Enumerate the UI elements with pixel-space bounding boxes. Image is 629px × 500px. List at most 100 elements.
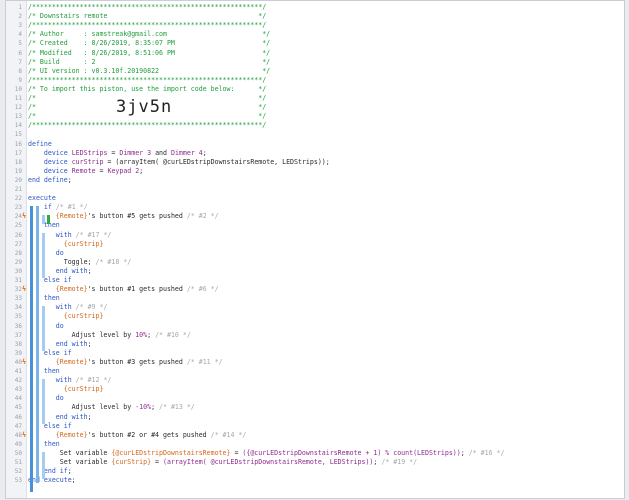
code-text[interactable]: with /* #9 */ — [28, 303, 108, 312]
code-text[interactable]: {Remote}'s button #3 gets pushed /* #11 … — [28, 358, 223, 367]
code-text[interactable]: Set variable {@curLEDstripDownstairsRemo… — [28, 448, 505, 458]
line-number: 50 — [14, 449, 22, 457]
code-text[interactable]: /* Build : 2 */ — [28, 58, 270, 67]
code-token: then — [43, 439, 60, 448]
line-number: 15 — [14, 131, 22, 139]
line-number: 7 — [18, 58, 22, 66]
line-number: 16 — [14, 140, 22, 148]
code-text[interactable]: {Remote}'s button #5 gets pushed /* #2 *… — [28, 212, 219, 221]
code-text[interactable]: {Remote}'s button #1 gets pushed /* #6 *… — [28, 285, 219, 294]
code-text[interactable]: /***************************************… — [28, 76, 266, 85]
code-text[interactable]: with /* #12 */ — [28, 376, 112, 385]
code-line: 36 do — [6, 322, 624, 331]
code-line: 7 /* Build : 2 */ — [6, 58, 624, 67]
code-line: 49 then — [6, 440, 624, 449]
code-text[interactable]: end if; — [28, 467, 72, 476]
code-text[interactable]: /* UI version : v0.3.10f.20190822 */ — [28, 67, 270, 76]
line-number: 32 — [14, 286, 22, 294]
code-line: 40 ϟ {Remote}'s button #3 gets pushed /* … — [6, 358, 624, 367]
line-number: 4 — [18, 31, 22, 39]
code-token: {curStrip} — [111, 458, 152, 466]
code-token: /* #2 */ — [182, 212, 219, 221]
code-line: 3 /**************************************… — [6, 21, 624, 30]
code-token: with — [55, 303, 72, 312]
code-token: /* #11 */ — [182, 357, 223, 366]
line-number: 10 — [14, 85, 22, 93]
code-line: 42 with /* #12 */ — [6, 376, 624, 385]
code-text[interactable]: Set variable {curStrip} = (arrayItem( @c… — [28, 458, 417, 467]
code-text[interactable]: {curStrip} — [28, 240, 104, 249]
code-text[interactable]: device LEDStrips = Dimmer 3 and Dimmer 4… — [28, 149, 207, 158]
code-text[interactable]: end define; — [28, 176, 72, 185]
code-text[interactable]: execute — [28, 194, 56, 203]
code-line: 23 if /* #1 */ — [6, 203, 624, 212]
code-line: 51 Set variable {curStrip} = (arrayItem(… — [6, 458, 624, 467]
code-text[interactable]: /* Created : 8/26/2019, 8:35:07 PM */ — [28, 39, 270, 48]
code-token: 's button — [87, 212, 128, 221]
code-token: 's button #1 gets pushed — [87, 285, 183, 294]
line-number: 11 — [14, 95, 22, 102]
code-token: Set variable — [28, 448, 112, 457]
code-text[interactable]: {curStrip} — [28, 385, 104, 394]
code-text[interactable]: else if — [28, 349, 72, 358]
line-number: 29 — [14, 258, 22, 266]
code-text[interactable]: Adjust level by 10%; /* #10 */ — [28, 331, 191, 340]
code-text[interactable]: Adjust level by -10%; /* #13 */ — [28, 403, 195, 412]
code-text[interactable]: {curStrip} — [28, 312, 104, 321]
code-text[interactable]: do — [28, 394, 64, 403]
code-line: 5 /* Created : 8/26/2019, 8:35:07 PM */ — [6, 39, 624, 48]
line-number: 17 — [14, 149, 22, 157]
code-text[interactable]: do — [28, 322, 64, 331]
code-line: 44 do — [6, 394, 624, 403]
code-token: ; — [67, 175, 72, 184]
code-line: 18 device curStrip = (arrayItem( @curLED… — [6, 158, 624, 167]
code-line: 50 Set variable {@curLEDstripDownstairsR… — [6, 449, 624, 458]
then-block-bar-4 — [42, 379, 45, 424]
code-text[interactable]: /***************************************… — [28, 3, 266, 12]
line-number: 23 — [14, 204, 22, 212]
code-text[interactable]: /***************************************… — [28, 121, 266, 130]
code-token: ; — [71, 476, 76, 485]
code-text[interactable]: /* Downstairs remote */ — [28, 12, 266, 21]
code-editor[interactable]: 1 /**************************************… — [5, 0, 625, 499]
code-token: if — [43, 203, 52, 212]
line-number: 27 — [14, 240, 22, 248]
code-token: (arrayItem( @curLEDstripDownstairsRemote… — [163, 458, 374, 466]
code-token: ; — [87, 339, 92, 348]
code-text[interactable]: with /* #17 */ — [28, 230, 112, 240]
code-line: 46 end with; — [6, 413, 624, 422]
code-token: = — [95, 166, 108, 175]
line-number: 33 — [14, 295, 22, 303]
code-token: /* #17 */ — [71, 230, 112, 239]
code-line: 14 /*************************************… — [6, 121, 624, 130]
code-token: ; — [202, 148, 207, 157]
code-token: /***************************************… — [28, 21, 267, 30]
code-token: /* #18 */ — [91, 257, 132, 266]
code-text[interactable]: else if — [28, 276, 72, 285]
code-text[interactable]: device Remote = Keypad 2; — [28, 167, 143, 176]
code-token: = — [103, 157, 116, 166]
code-token: do — [55, 321, 64, 330]
line-number: 49 — [14, 440, 22, 448]
code-text[interactable]: /***************************************… — [28, 21, 266, 30]
code-text[interactable]: do — [28, 249, 64, 258]
code-text[interactable]: else if — [28, 422, 72, 431]
code-token: end with — [55, 339, 88, 348]
condition-active-indicator — [47, 215, 50, 224]
code-text[interactable]: define — [28, 140, 52, 149]
code-text[interactable]: device curStrip = (arrayItem( @curLEDstr… — [28, 158, 330, 167]
code-text[interactable]: /* Modified : 8/26/2019, 8:51:06 PM */ — [28, 49, 270, 58]
code-token: with — [55, 376, 72, 385]
if-block-bar — [36, 206, 39, 483]
code-token: 's button #2 or #4 gets pushed — [87, 430, 207, 439]
code-line: 48 ϟ {Remote}'s button #2 or #4 gets push… — [6, 431, 624, 440]
code-text[interactable]: /* Author : samstreak@gmail.com */ — [28, 30, 270, 39]
line-number: 36 — [14, 322, 22, 330]
code-line: 27 {curStrip} — [6, 240, 624, 249]
code-text[interactable]: /* To import this piston, use the import… — [28, 85, 266, 94]
code-line: 17 device LEDStrips = Dimmer 3 and Dimme… — [6, 149, 624, 158]
code-line: 10 /* To import this piston, use the impo… — [6, 85, 624, 94]
code-text[interactable]: {Remote}'s button #2 or #4 gets pushed /… — [28, 430, 247, 440]
line-number: 24 — [14, 213, 22, 221]
